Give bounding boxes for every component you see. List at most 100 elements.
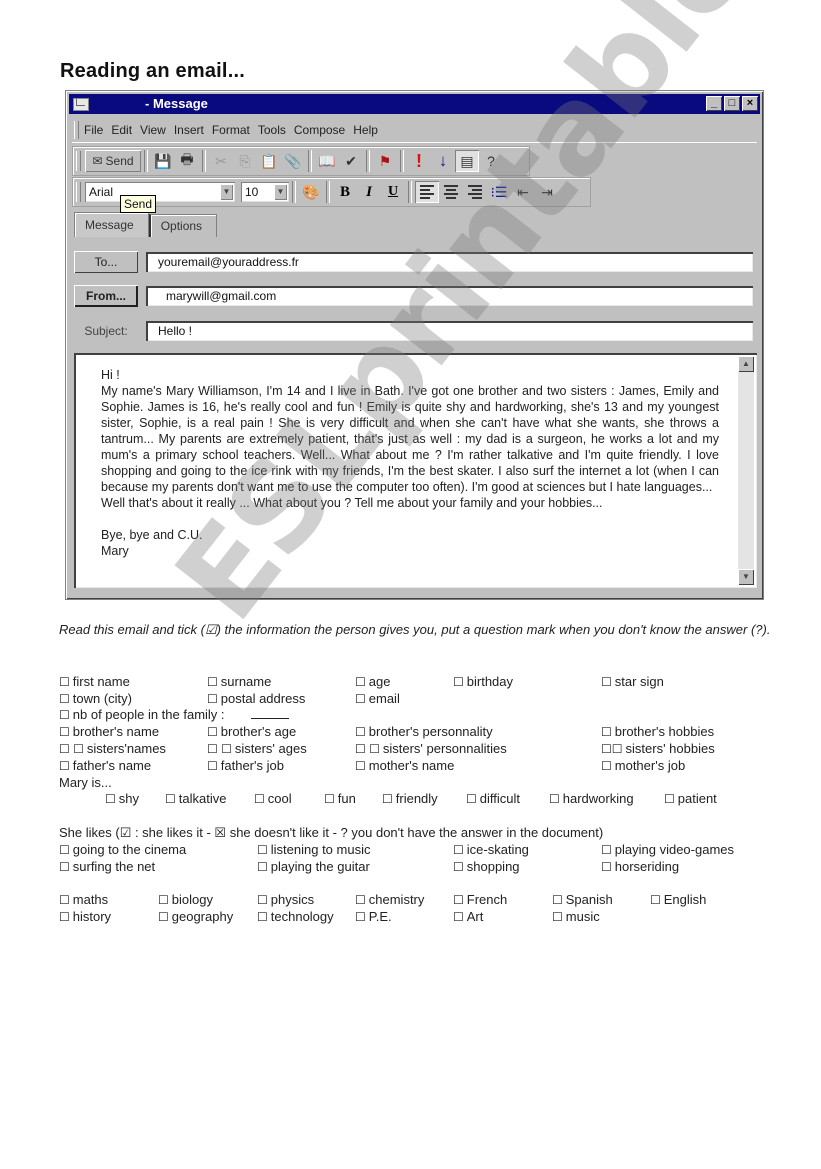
underline-button[interactable]: U: [381, 181, 405, 203]
decrease-indent-icon[interactable]: ⇤: [511, 181, 535, 203]
low-importance-icon[interactable]: ↓: [431, 150, 455, 172]
menu-edit[interactable]: Edit: [111, 118, 132, 142]
toolbar-grip[interactable]: [76, 182, 81, 202]
tab-message[interactable]: Message: [74, 212, 149, 237]
checkbox-item[interactable]: P.E.: [355, 908, 392, 926]
close-button[interactable]: ×: [742, 96, 758, 111]
bullets-icon[interactable]: ⁝☰: [487, 181, 511, 203]
align-center-icon[interactable]: [439, 181, 463, 203]
menu-tools[interactable]: Tools: [258, 118, 286, 142]
checkbox-item[interactable]: sisters'names: [59, 740, 166, 758]
vertical-scrollbar[interactable]: ▲ ▼: [738, 356, 754, 585]
font-name-select[interactable]: Arial ▼: [85, 182, 235, 202]
checkbox-item[interactable]: sisters' personnalities: [355, 740, 507, 758]
menu-help[interactable]: Help: [353, 118, 378, 142]
checkbox-item[interactable]: physics: [257, 891, 314, 909]
checkbox-item[interactable]: shy: [105, 790, 139, 808]
checkbox-item[interactable]: biology: [158, 891, 213, 909]
menu-compose[interactable]: Compose: [294, 118, 345, 142]
increase-indent-icon[interactable]: ⇥: [535, 181, 559, 203]
checkbox-item[interactable]: English: [650, 891, 707, 909]
from-button[interactable]: From...: [74, 285, 138, 307]
checkbox-item[interactable]: surname: [207, 673, 272, 691]
message-body[interactable]: Hi ! My name's Mary Williamson, I'm 14 a…: [74, 353, 757, 588]
checkbox-item[interactable]: geography: [158, 908, 233, 926]
checkbox-item[interactable]: music: [552, 908, 600, 926]
checkbox-item[interactable]: age: [355, 673, 391, 691]
checkbox-item[interactable]: sisters' hobbies: [601, 740, 715, 758]
toolbar-grip[interactable]: [76, 151, 81, 171]
tab-options[interactable]: Options: [148, 214, 218, 237]
checkbox-item[interactable]: listening to music: [257, 841, 371, 859]
checkbox-item[interactable]: hardworking: [549, 790, 634, 808]
send-button[interactable]: ✉ Send: [85, 150, 141, 172]
menu-format[interactable]: Format: [212, 118, 250, 142]
checkbox-item[interactable]: brother's name: [59, 723, 159, 741]
checkbox-item[interactable]: surfing the net: [59, 858, 155, 876]
menu-view[interactable]: View: [140, 118, 166, 142]
family-count-label[interactable]: nb of people in the family :: [59, 706, 225, 724]
family-count-blank[interactable]: [251, 706, 289, 719]
bold-button[interactable]: B: [333, 181, 357, 203]
align-right-icon[interactable]: [463, 181, 487, 203]
italic-button[interactable]: I: [357, 181, 381, 203]
checkbox-item[interactable]: brother's personnality: [355, 723, 493, 741]
align-left-icon[interactable]: [415, 181, 439, 203]
checkbox-item[interactable]: sisters' ages: [207, 740, 307, 758]
checkbox-item[interactable]: brother's age: [207, 723, 296, 741]
checkbox-item[interactable]: fun: [324, 790, 356, 808]
checkbox-item[interactable]: friendly: [382, 790, 438, 808]
chevron-down-icon[interactable]: ▼: [274, 184, 287, 200]
checkbox-item[interactable]: going to the cinema: [59, 841, 186, 859]
checkbox-item[interactable]: playing the guitar: [257, 858, 370, 876]
checkbox-item[interactable]: mother's name: [355, 757, 455, 775]
copy-icon[interactable]: ⎘: [233, 150, 257, 172]
paste-icon[interactable]: 📋: [257, 150, 281, 172]
checkbox-item[interactable]: first name: [59, 673, 130, 691]
flag-icon[interactable]: ⚑: [373, 150, 397, 172]
chevron-down-icon[interactable]: ▼: [220, 184, 233, 200]
high-importance-icon[interactable]: !: [407, 150, 431, 172]
checkbox-item[interactable]: horseriding: [601, 858, 679, 876]
checkbox-item[interactable]: Art: [453, 908, 484, 926]
help-icon[interactable]: ?: [479, 150, 503, 172]
checkbox-item[interactable]: Spanish: [552, 891, 613, 909]
checkbox-item[interactable]: birthday: [453, 673, 513, 691]
checkbox-item[interactable]: star sign: [601, 673, 664, 691]
checkbox-item[interactable]: mother's job: [601, 757, 685, 775]
checkbox-item[interactable]: father's job: [207, 757, 284, 775]
to-button[interactable]: To...: [74, 251, 138, 273]
checkbox-item[interactable]: email: [355, 690, 400, 708]
checkbox-item[interactable]: French: [453, 891, 507, 909]
cut-icon[interactable]: ✂: [209, 150, 233, 172]
checkbox-item[interactable]: cool: [254, 790, 292, 808]
menu-file[interactable]: File: [84, 118, 103, 142]
from-field[interactable]: marywill@gmail.com: [146, 286, 753, 306]
checkbox-item[interactable]: brother's hobbies: [601, 723, 714, 741]
font-size-select[interactable]: 10 ▼: [241, 182, 289, 202]
checkbox-item[interactable]: shopping: [453, 858, 520, 876]
menu-insert[interactable]: Insert: [174, 118, 204, 142]
scroll-down-icon[interactable]: ▼: [738, 569, 754, 585]
maximize-button[interactable]: □: [724, 96, 740, 111]
checkbox-item[interactable]: difficult: [466, 790, 520, 808]
address-book-icon[interactable]: 📖: [315, 150, 339, 172]
checkbox-item[interactable]: playing video-games: [601, 841, 734, 859]
checkbox-item[interactable]: maths: [59, 891, 108, 909]
checkbox-item[interactable]: technology: [257, 908, 334, 926]
font-color-icon[interactable]: 🎨: [299, 181, 323, 203]
checkbox-item[interactable]: talkative: [165, 790, 227, 808]
minimize-button[interactable]: _: [706, 96, 722, 111]
to-field[interactable]: youremail@youraddress.fr: [146, 252, 753, 272]
checkbox-item[interactable]: ice-skating: [453, 841, 529, 859]
print-icon[interactable]: 🖶: [175, 150, 199, 172]
options-icon[interactable]: ▤: [455, 150, 479, 172]
checkbox-item[interactable]: father's name: [59, 757, 151, 775]
checkbox-item[interactable]: chemistry: [355, 891, 425, 909]
subject-field[interactable]: Hello !: [146, 321, 753, 341]
check-names-icon[interactable]: ✔: [339, 150, 363, 172]
attach-icon[interactable]: 📎: [281, 150, 305, 172]
scroll-up-icon[interactable]: ▲: [738, 356, 754, 372]
save-icon[interactable]: 💾: [151, 150, 175, 172]
checkbox-item[interactable]: history: [59, 908, 111, 926]
